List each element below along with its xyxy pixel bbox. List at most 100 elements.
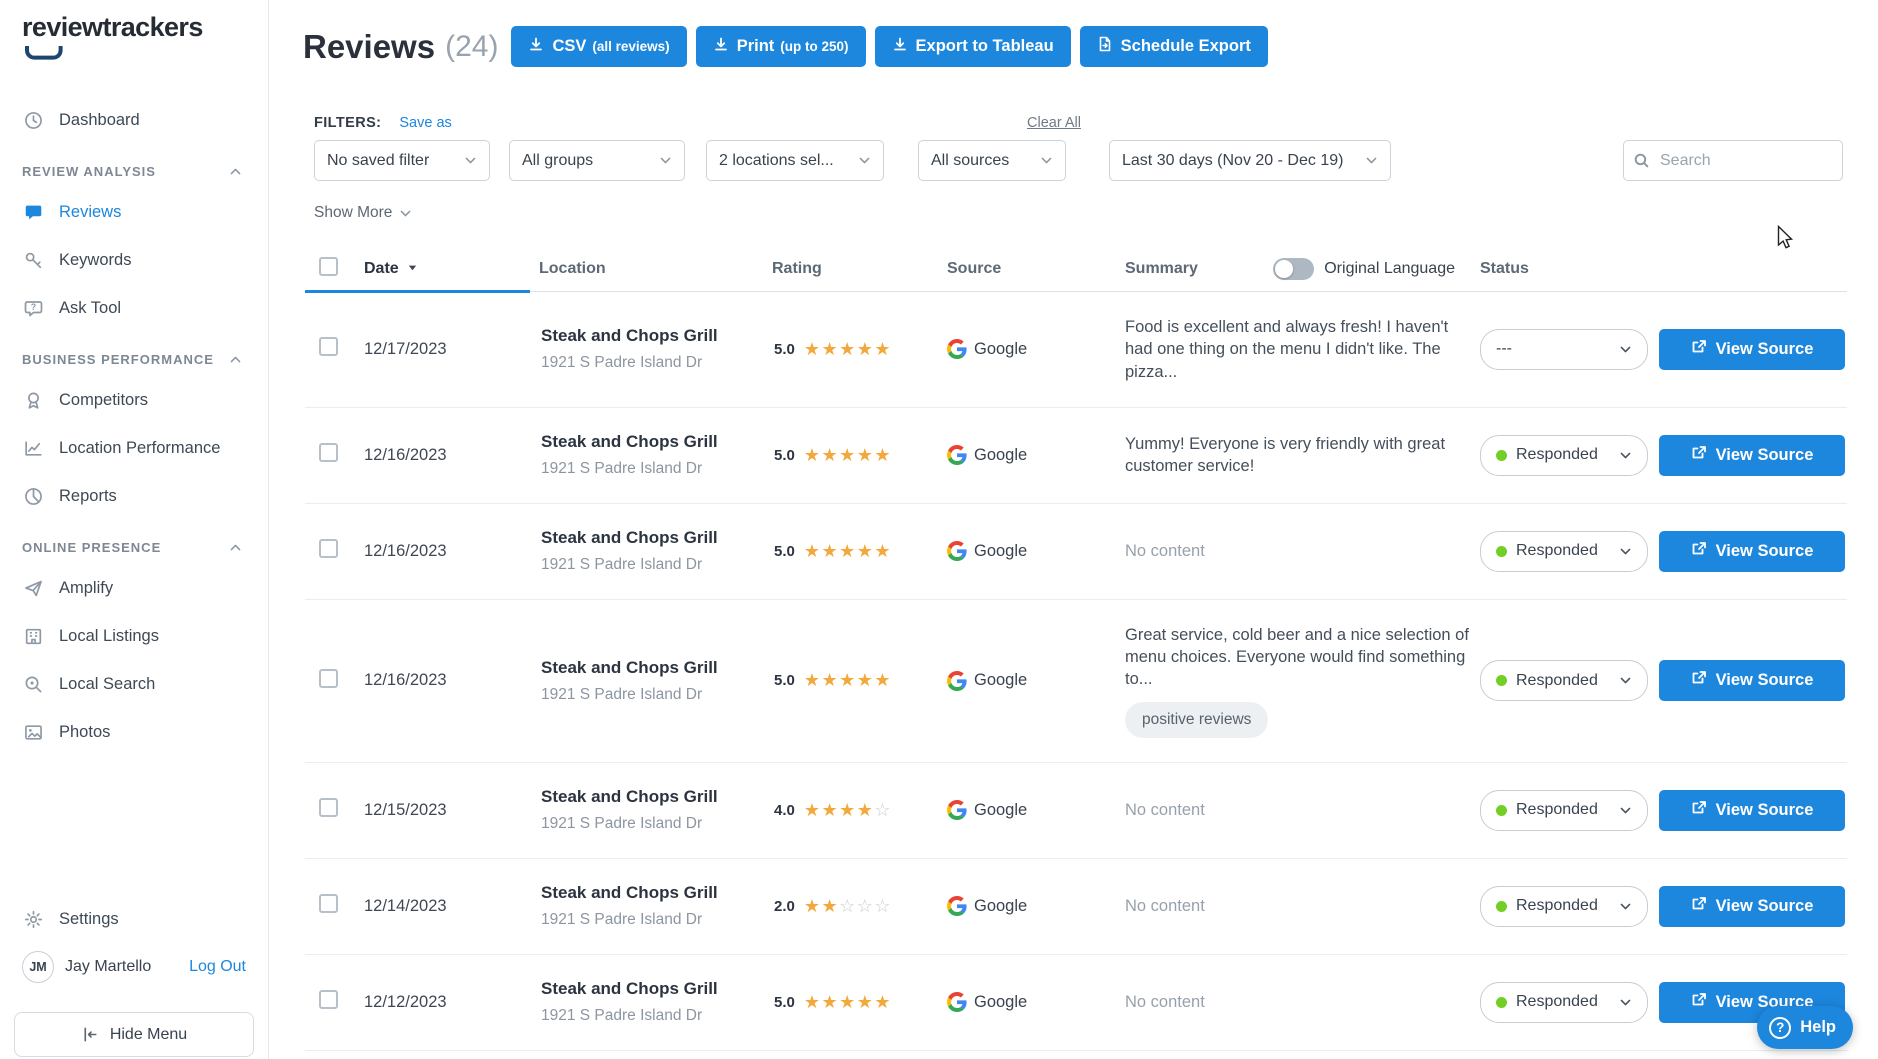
- date-range-dropdown[interactable]: Last 30 days (Nov 20 - Dec 19): [1109, 140, 1391, 181]
- section-business-performance[interactable]: BUSINESS PERFORMANCE: [0, 342, 268, 376]
- csv-export-button[interactable]: CSV (all reviews): [511, 26, 686, 67]
- status-dropdown[interactable]: Responded: [1480, 435, 1648, 476]
- main-content: Reviews (24) CSV (all reviews) Print (up…: [269, 0, 1878, 1059]
- external-link-icon: [1691, 445, 1707, 466]
- dropdown-value: No saved filter: [327, 152, 429, 170]
- search-input[interactable]: [1623, 140, 1843, 181]
- sidebar-item-competitors[interactable]: Competitors: [0, 376, 268, 424]
- clear-all-link[interactable]: Clear All: [1027, 115, 1081, 131]
- review-rows: 12/17/2023 Steak and Chops Grill 1921 S …: [305, 292, 1847, 1051]
- star-filled-icon: ★: [874, 339, 892, 359]
- show-more-link[interactable]: Show More: [314, 204, 412, 222]
- view-source-button[interactable]: View Source: [1659, 531, 1845, 572]
- hide-menu-button[interactable]: Hide Menu: [14, 1012, 254, 1057]
- section-online-presence[interactable]: ONLINE PRESENCE: [0, 530, 268, 564]
- hide-menu-label: Hide Menu: [110, 1026, 187, 1044]
- sidebar-item-reviews[interactable]: Reviews: [0, 188, 268, 236]
- dropdown-value: 2 locations sel...: [719, 152, 834, 170]
- status-dropdown[interactable]: Responded: [1480, 886, 1648, 927]
- question-mark-icon: ?: [1769, 1017, 1791, 1039]
- view-source-button[interactable]: View Source: [1659, 886, 1845, 927]
- star-filled-icon: ★: [822, 896, 840, 916]
- saved-filter-dropdown[interactable]: No saved filter: [314, 140, 490, 181]
- rating-value: 4.0: [774, 802, 795, 819]
- view-source-button[interactable]: View Source: [1659, 660, 1845, 701]
- summary-tag[interactable]: positive reviews: [1125, 702, 1268, 738]
- sidebar-item-local-listings[interactable]: Local Listings: [0, 612, 268, 660]
- help-button[interactable]: ? Help: [1757, 1006, 1853, 1049]
- status-label: Responded: [1516, 672, 1619, 690]
- section-review-analysis[interactable]: REVIEW ANALYSIS: [0, 154, 268, 188]
- star-empty-icon: ☆: [857, 896, 875, 916]
- row-checkbox[interactable]: [319, 798, 338, 817]
- view-source-button[interactable]: View Source: [1659, 435, 1845, 476]
- sidebar-item-dashboard[interactable]: Dashboard: [0, 96, 268, 144]
- review-count: (24): [445, 30, 498, 64]
- download-icon: [713, 36, 729, 57]
- select-all-checkbox[interactable]: [319, 257, 338, 276]
- paper-plane-icon: [22, 577, 44, 599]
- schedule-export-button[interactable]: Schedule Export: [1080, 26, 1268, 67]
- save-as-link[interactable]: Save as: [399, 115, 451, 131]
- star-filled-icon: ★: [804, 670, 822, 690]
- chevron-down-icon: [858, 154, 871, 167]
- sidebar-item-photos[interactable]: Photos: [0, 708, 268, 756]
- status-dropdown[interactable]: Responded: [1480, 660, 1648, 701]
- sidebar-footer: Settings JM Jay Martello Log Out Hide Me…: [0, 895, 268, 1059]
- sidebar-item-location-performance[interactable]: Location Performance: [0, 424, 268, 472]
- star-rating: ★★★★★: [804, 992, 892, 1013]
- chevron-down-icon: [1619, 996, 1632, 1009]
- google-icon: [947, 541, 967, 561]
- row-checkbox[interactable]: [319, 539, 338, 558]
- status-dropdown[interactable]: Responded: [1480, 531, 1648, 572]
- view-source-button[interactable]: View Source: [1659, 329, 1845, 370]
- sources-dropdown[interactable]: All sources: [918, 140, 1066, 181]
- star-filled-icon: ★: [857, 670, 875, 690]
- original-language-toggle[interactable]: [1273, 258, 1314, 280]
- external-link-icon: [1691, 800, 1707, 821]
- star-rating: ★★★★★: [804, 541, 892, 562]
- show-more-label: Show More: [314, 204, 392, 222]
- sidebar-item-ask-tool[interactable]: ? Ask Tool: [0, 284, 268, 332]
- star-filled-icon: ★: [857, 800, 875, 820]
- chevron-up-icon: [229, 165, 242, 178]
- line-chart-icon: [22, 437, 44, 459]
- logout-link[interactable]: Log Out: [189, 958, 246, 976]
- download-icon: [528, 36, 544, 57]
- sidebar-item-local-search[interactable]: Local Search: [0, 660, 268, 708]
- column-header-date[interactable]: Date: [356, 260, 536, 278]
- google-icon: [947, 339, 967, 359]
- groups-dropdown[interactable]: All groups: [509, 140, 685, 181]
- sidebar-item-settings[interactable]: Settings: [0, 895, 268, 943]
- status-dropdown[interactable]: ---: [1480, 329, 1648, 370]
- star-filled-icon: ★: [804, 896, 822, 916]
- star-filled-icon: ★: [804, 445, 822, 465]
- column-header-location: Location: [539, 260, 769, 278]
- star-filled-icon: ★: [874, 541, 892, 561]
- dashboard-icon: [22, 109, 44, 131]
- sidebar-item-keywords[interactable]: Keywords: [0, 236, 268, 284]
- sidebar-item-amplify[interactable]: Amplify: [0, 564, 268, 612]
- locations-dropdown[interactable]: 2 locations sel...: [706, 140, 884, 181]
- sidebar-item-reports[interactable]: Reports: [0, 472, 268, 520]
- status-dropdown[interactable]: Responded: [1480, 790, 1648, 831]
- print-export-button[interactable]: Print (up to 250): [696, 26, 866, 67]
- storefront-icon: [22, 625, 44, 647]
- location-address: 1921 S Padre Island Dr: [541, 556, 769, 574]
- status-dropdown[interactable]: Responded: [1480, 982, 1648, 1023]
- row-checkbox[interactable]: [319, 443, 338, 462]
- row-checkbox[interactable]: [319, 337, 338, 356]
- row-checkbox[interactable]: [319, 894, 338, 913]
- location-name: Steak and Chops Grill: [541, 979, 769, 999]
- table-row: 12/15/2023 Steak and Chops Grill 1921 S …: [305, 763, 1847, 859]
- export-tableau-button[interactable]: Export to Tableau: [875, 26, 1071, 67]
- source-name: Google: [974, 801, 1027, 820]
- table-row: 12/12/2023 Steak and Chops Grill 1921 S …: [305, 955, 1847, 1051]
- row-checkbox[interactable]: [319, 669, 338, 688]
- logo-text: reviewtrackers: [22, 12, 268, 43]
- chevron-down-icon: [1619, 449, 1632, 462]
- column-header-status: Status: [1480, 260, 1656, 278]
- view-source-button[interactable]: View Source: [1659, 790, 1845, 831]
- star-empty-icon: ☆: [874, 896, 892, 916]
- row-checkbox[interactable]: [319, 990, 338, 1009]
